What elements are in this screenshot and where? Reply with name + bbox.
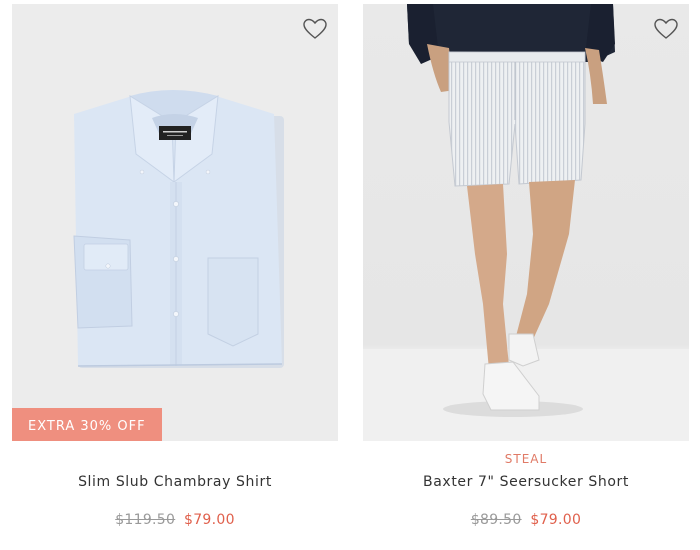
product-image-chambray-shirt[interactable]: EXTRA 30% OFF bbox=[12, 4, 338, 441]
product-name[interactable]: Baxter 7" Seersucker Short bbox=[363, 474, 689, 490]
product-tag: STEAL bbox=[504, 452, 548, 466]
wishlist-heart-icon[interactable] bbox=[653, 17, 679, 41]
price-row: $89.50 $79.00 bbox=[363, 512, 689, 528]
original-price: $89.50 bbox=[470, 512, 522, 528]
folded-shirt-image bbox=[73, 90, 284, 368]
sale-price: $79.00 bbox=[530, 512, 582, 528]
product-grid: EXTRA 30% OFF Slim Slub Chambray Shirt $… bbox=[0, 0, 700, 550]
product-image-seersucker-short[interactable] bbox=[363, 4, 689, 441]
wishlist-heart-icon[interactable] bbox=[302, 17, 328, 41]
sale-price: $79.00 bbox=[183, 512, 235, 528]
product-card-seersucker-short[interactable]: STEAL Baxter 7" Seersucker Short $89.50 … bbox=[363, 0, 689, 550]
price-row: $119.50 $79.00 bbox=[12, 512, 338, 528]
product-name[interactable]: Slim Slub Chambray Shirt bbox=[12, 474, 338, 490]
promo-badge: EXTRA 30% OFF bbox=[12, 408, 162, 441]
original-price: $119.50 bbox=[115, 512, 176, 528]
model-shorts-image bbox=[363, 4, 689, 441]
product-card-chambray-shirt[interactable]: EXTRA 30% OFF Slim Slub Chambray Shirt $… bbox=[12, 0, 338, 550]
